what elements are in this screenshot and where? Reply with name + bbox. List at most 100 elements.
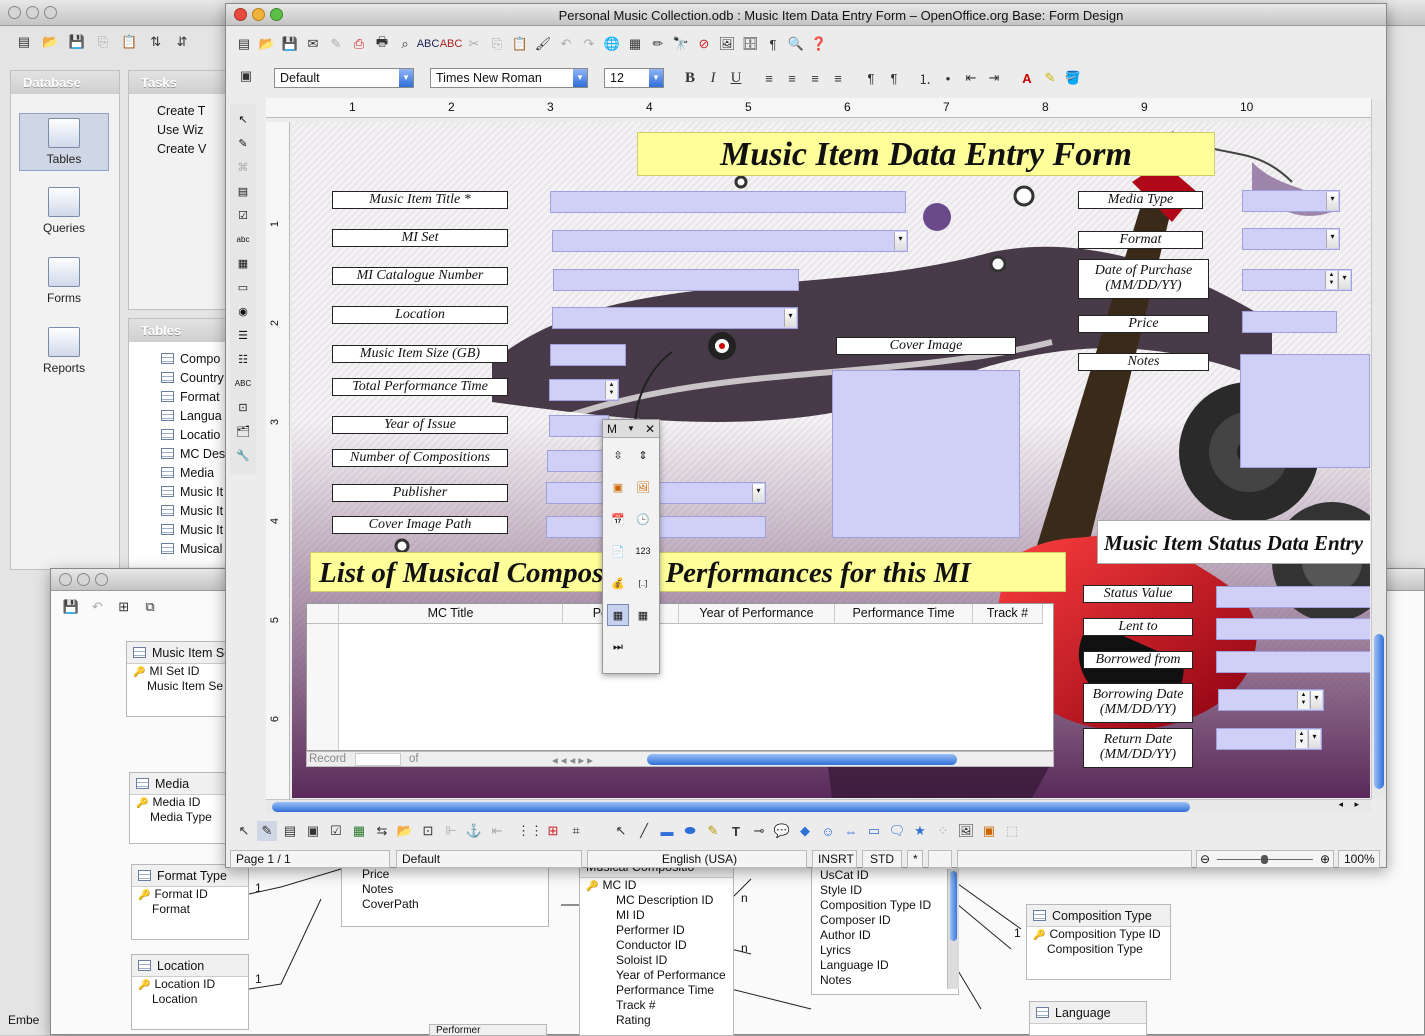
floating-toolbar-titlebar[interactable]: M ▼ ✕ [603, 420, 659, 438]
design-mode-icon[interactable]: ✎ [257, 821, 277, 841]
spin-button-icon[interactable]: ⇳ [607, 444, 629, 466]
styles-icon[interactable]: ▣ [236, 66, 256, 86]
paragraph-style-select[interactable]: Default ▼ [274, 68, 414, 88]
cut-icon[interactable]: ✂ [464, 34, 484, 54]
checkbox-icon[interactable]: ☑ [232, 204, 254, 226]
form-navigator-icon[interactable]: ▣ [303, 821, 323, 841]
text-box-icon[interactable]: abc [232, 228, 254, 250]
zoom-icon[interactable]: 🔍 [786, 34, 806, 54]
grid-icon[interactable]: ⋮⋮ [517, 821, 543, 841]
sidebar-reports[interactable]: Reports [19, 327, 109, 375]
table-music-item-set[interactable]: Music Item Se 🔑 MI Set ID Music Item Se [126, 641, 236, 717]
data-sources-icon[interactable]: 🗄 [740, 34, 760, 54]
status-insert-mode[interactable]: INSRT [812, 850, 857, 868]
table-control-icon[interactable]: ▦ [632, 604, 654, 626]
bullets-icon[interactable]: • [938, 68, 958, 88]
table-music-item[interactable]: Price Notes CoverPath [341, 859, 549, 927]
from-file-icon[interactable]: ▣ [979, 821, 999, 841]
paste-icon[interactable]: 📋 [510, 34, 530, 54]
format-combo[interactable]: ▾ [1242, 228, 1340, 250]
design-mode-icon[interactable]: ✎ [232, 132, 254, 154]
clone-formatting-icon[interactable]: 🖌 [533, 34, 553, 54]
numbering-icon[interactable]: ⒈ [915, 68, 935, 88]
borrowing-date-field[interactable]: ▲ ▼ ▾ [1218, 689, 1324, 711]
redo-icon[interactable]: ↷ [579, 34, 599, 54]
close-icon[interactable]: ✕ [645, 420, 655, 438]
pointer-icon[interactable]: ↖ [611, 821, 631, 841]
mi-set-combo[interactable]: ▾ [552, 230, 908, 252]
zoom-slider[interactable]: ⊖ ⊕ [1196, 850, 1334, 868]
show-draw-icon[interactable]: ✏ [648, 34, 668, 54]
print-icon[interactable]: 🖶 [372, 34, 392, 54]
spellcheck-icon[interactable]: ABC [417, 34, 440, 54]
scroll-left-icon[interactable]: ◂ [1338, 799, 1343, 810]
font-color-icon[interactable]: A [1017, 68, 1037, 88]
email-icon[interactable]: ✉ [303, 34, 323, 54]
copy-icon[interactable]: ⎘ [487, 34, 507, 54]
return-date-field[interactable]: ▲ ▼ ▾ [1216, 728, 1322, 750]
callouts-icon[interactable]: 🗨 [887, 821, 907, 841]
form-properties-icon[interactable]: ▤ [280, 821, 300, 841]
grid-column-header[interactable]: Performance Time [835, 604, 973, 624]
speech-icon[interactable]: 💬 [772, 821, 792, 841]
push-button-icon[interactable]: ▭ [232, 276, 254, 298]
stars-icon[interactable]: ★ [910, 821, 930, 841]
copy-icon[interactable]: ⎘ [93, 32, 113, 52]
formatted-field-icon[interactable]: ▦ [232, 252, 254, 274]
spin-icon[interactable]: ▲ ▼ [1325, 271, 1337, 289]
notes-field[interactable] [1240, 354, 1370, 468]
date-field-icon[interactable]: 📅 [607, 508, 629, 530]
flowcharts-icon[interactable]: ▭ [864, 821, 884, 841]
grid-nav-buttons[interactable]: ◂◂◂▸▸ [552, 753, 596, 767]
composition-scrollbar[interactable] [947, 869, 959, 989]
sort-desc-icon[interactable]: ⇵ [172, 32, 192, 52]
align-right-icon[interactable]: ≡ [805, 68, 825, 88]
sidebar-queries[interactable]: Queries [19, 187, 109, 235]
block-arrows-icon[interactable]: ⇔ [841, 821, 861, 841]
help-icon[interactable]: ❓ [809, 34, 829, 54]
open-icon[interactable]: 📂 [40, 32, 60, 52]
undo-icon[interactable]: ↶ [556, 34, 576, 54]
sidebar-forms[interactable]: Forms [19, 257, 109, 305]
price-field[interactable] [1242, 311, 1337, 333]
music-item-title-field[interactable] [550, 191, 906, 213]
dropdown-arrow-icon[interactable]: ▼ [627, 420, 635, 438]
zoom-thumb[interactable] [1261, 855, 1268, 864]
sort-asc-icon[interactable]: ⇅ [146, 32, 166, 52]
guides-icon[interactable]: ⌗ [566, 821, 586, 841]
italic-icon[interactable]: I [703, 68, 723, 88]
scroll-right-icon[interactable]: ▸ [1354, 799, 1359, 810]
symbol-shapes-icon[interactable]: ☺ [818, 821, 838, 841]
combo-box-icon[interactable]: ☷ [232, 348, 254, 370]
text-icon[interactable]: T [726, 821, 746, 841]
save-icon[interactable]: 💾 [280, 34, 300, 54]
control-properties-icon[interactable]: ☑ [326, 821, 346, 841]
cover-image-control[interactable] [832, 370, 1020, 538]
new-document-icon[interactable]: ▤ [234, 34, 254, 54]
option-button-icon[interactable]: ◉ [232, 300, 254, 322]
vertical-scrollbar[interactable] [1371, 99, 1385, 799]
table-musical-composition[interactable]: Musical Compositio 🔑 MC ID MC Description… [579, 863, 734, 1036]
background-color-icon[interactable]: 🪣 [1063, 68, 1083, 88]
autofocus-icon[interactable]: ⊡ [418, 821, 438, 841]
music-item-size-field[interactable] [550, 344, 626, 366]
borrowed-from-field[interactable] [1216, 651, 1370, 673]
status-selection-mode[interactable]: STD [862, 850, 902, 868]
pattern-field-icon[interactable]: [..] [632, 572, 654, 594]
currency-field-icon[interactable]: 💰 [607, 572, 629, 594]
find-icon[interactable]: 🔭 [671, 34, 691, 54]
increase-indent-icon[interactable]: ⇥ [984, 68, 1004, 88]
spin-icon[interactable]: ▲ ▼ [1295, 730, 1307, 748]
table-icon[interactable]: ▦ [625, 34, 645, 54]
total-performance-time-field[interactable]: ▲ ▼ [549, 379, 619, 401]
date-of-purchase-field[interactable]: ▲ ▼ ▾ [1242, 269, 1352, 291]
save-icon[interactable]: 💾 [67, 32, 87, 52]
position-icon[interactable]: ⇤ [487, 821, 507, 841]
number-of-compositions-field[interactable] [547, 450, 607, 472]
open-icon[interactable]: 📂 [257, 34, 277, 54]
callout-icon[interactable]: ⊸ [749, 821, 769, 841]
scrollbar-icon[interactable]: ⇕ [632, 444, 654, 466]
underline-icon[interactable]: U [726, 68, 746, 88]
export-pdf-icon[interactable]: ⎙ [349, 34, 369, 54]
new-icon[interactable]: ▤ [14, 32, 34, 52]
